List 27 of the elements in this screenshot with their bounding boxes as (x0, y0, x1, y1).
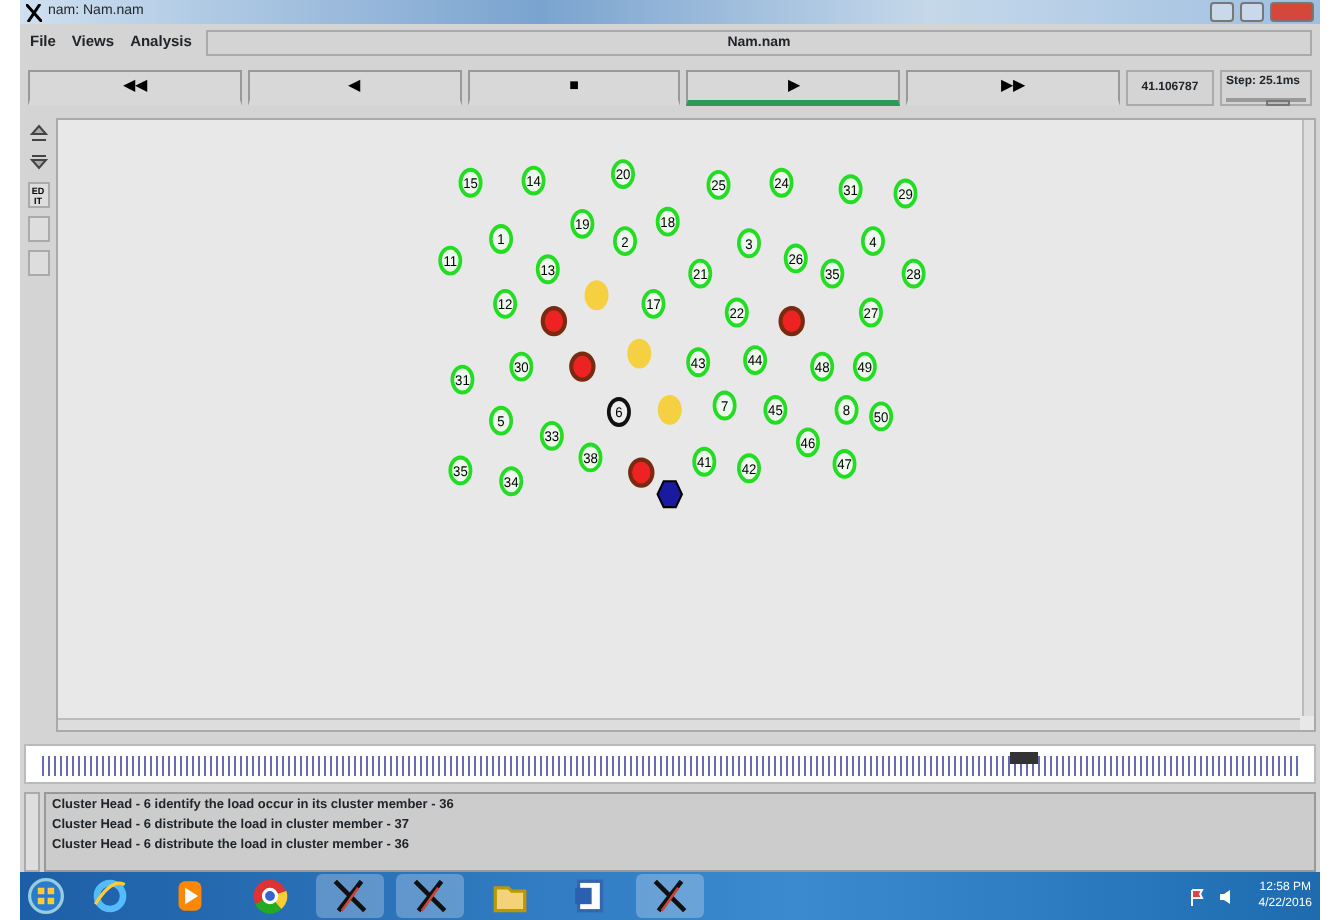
zoom-in-icon[interactable] (27, 122, 49, 144)
x-logo-icon (26, 3, 42, 21)
minimize-button[interactable] (1210, 2, 1234, 22)
x-window-icon[interactable] (332, 878, 368, 914)
browser-icon[interactable] (92, 878, 128, 914)
playback-button[interactable]: ■ (467, 70, 681, 106)
x-window-icon[interactable] (652, 878, 688, 914)
document-icon[interactable] (572, 878, 608, 914)
horizontal-scrollbar[interactable] (58, 718, 1300, 730)
zoom-out-icon[interactable] (27, 152, 49, 174)
maximize-button[interactable] (1240, 2, 1264, 22)
playback-button[interactable]: ▶ (686, 70, 901, 106)
network-node[interactable] (628, 457, 655, 488)
browser-icon[interactable] (252, 878, 288, 914)
playback-button[interactable]: ▶▶ (906, 70, 1120, 106)
start-icon[interactable] (28, 878, 64, 914)
time-marker[interactable] (1010, 752, 1038, 764)
network-node[interactable] (569, 351, 596, 382)
x-window-icon[interactable] (412, 878, 448, 914)
network-node[interactable] (778, 306, 805, 337)
playback-button[interactable]: ◀◀ (28, 70, 242, 106)
playback-button[interactable]: ◀ (247, 70, 462, 106)
vertical-scrollbar[interactable] (1302, 120, 1314, 716)
network-node[interactable] (656, 480, 684, 509)
flag-icon[interactable] (1186, 885, 1209, 907)
log-scrollbar[interactable] (24, 792, 40, 872)
network-node[interactable] (540, 306, 568, 337)
